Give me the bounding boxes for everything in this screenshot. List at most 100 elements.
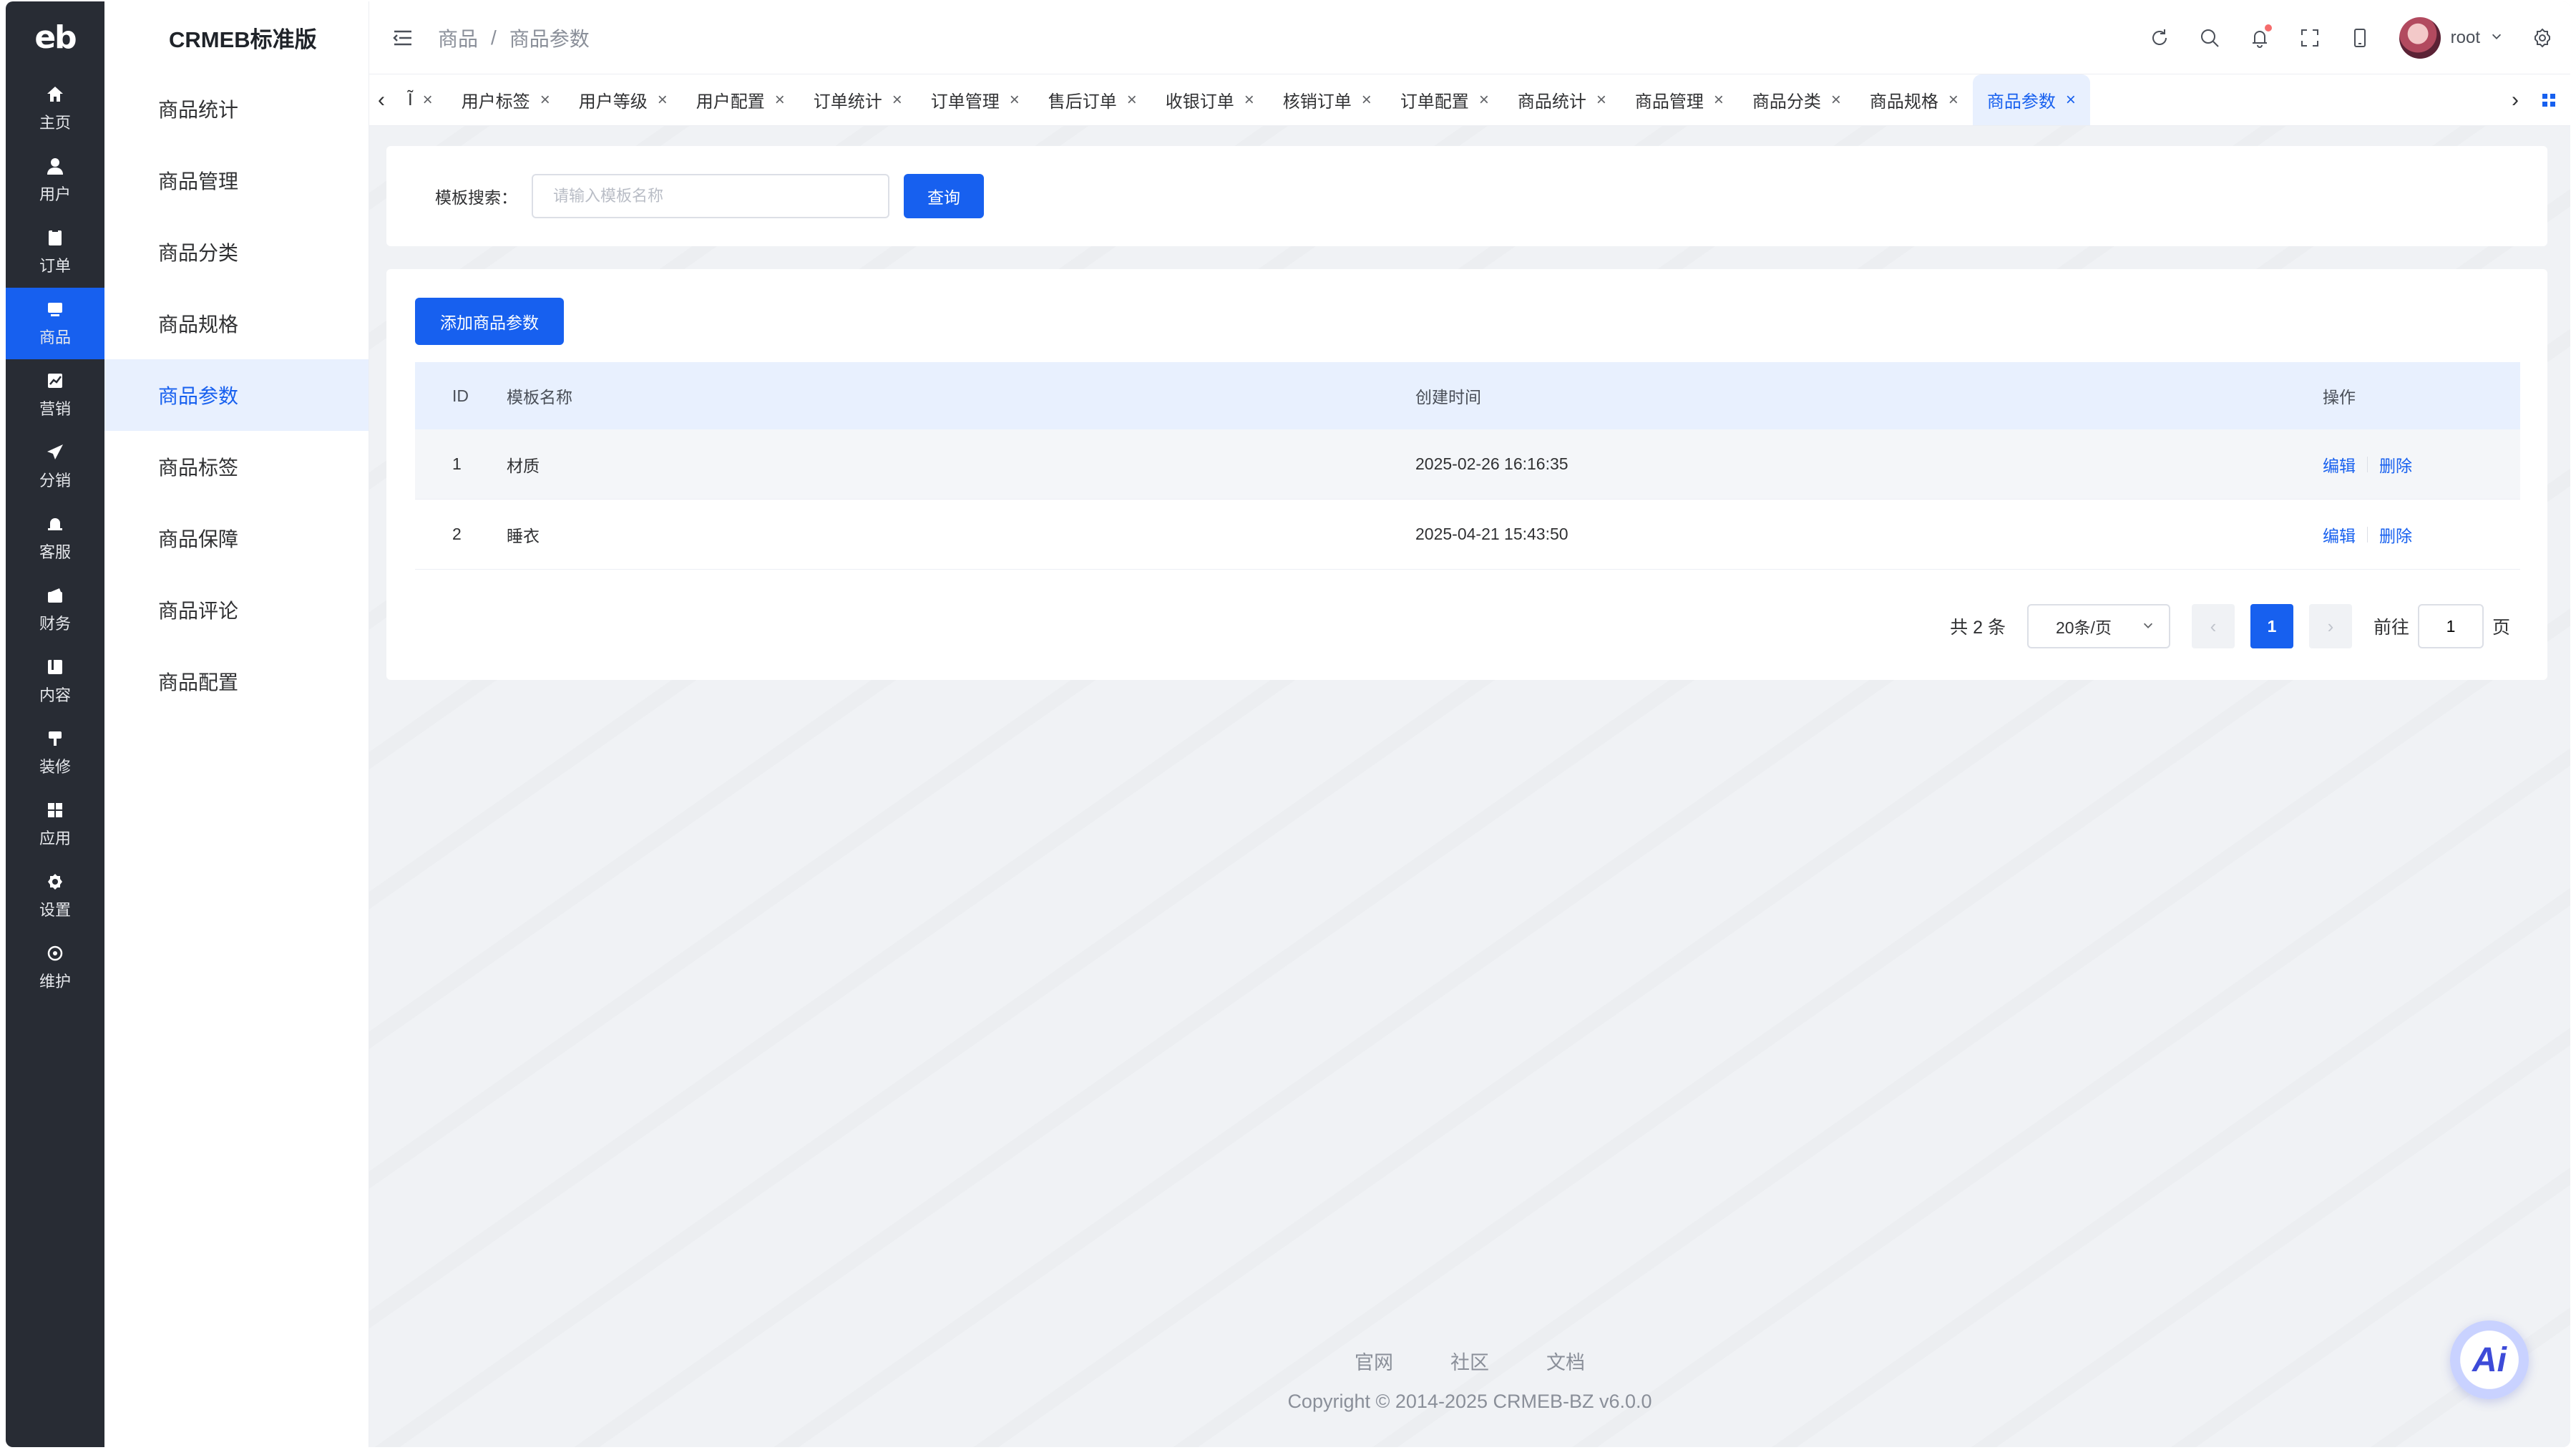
tab-1[interactable]: 用户等级 × <box>565 74 682 125</box>
close-icon[interactable]: × <box>2066 90 2076 110</box>
delete-link[interactable]: 删除 <box>2379 522 2412 547</box>
tab-2[interactable]: 用户配置 × <box>682 74 799 125</box>
finance-icon <box>48 588 62 603</box>
rail-item-0[interactable]: 主页 <box>6 73 104 145</box>
close-icon[interactable]: × <box>540 90 550 110</box>
rail-item-6[interactable]: 客服 <box>6 502 104 574</box>
submenu-item-0[interactable]: 商品统计 <box>104 73 369 145</box>
submenu-item-1[interactable]: 商品管理 <box>104 145 369 216</box>
rail-item-2[interactable]: 订单 <box>6 216 104 288</box>
copyright: Copyright © 2014-2025 CRMEB-BZ v6.0.0 <box>1287 1391 1652 1412</box>
app-logo[interactable]: eb <box>6 1 104 73</box>
fullscreen-icon[interactable] <box>2299 27 2321 49</box>
rail-item-label: 商品 <box>39 329 71 346</box>
edit-link[interactable]: 编辑 <box>2323 452 2356 477</box>
tabs-scroll-right-icon[interactable]: › <box>2503 88 2527 112</box>
submenu-item-4[interactable]: 商品参数 <box>104 359 369 431</box>
submenu-item-3[interactable]: 商品规格 <box>104 288 369 359</box>
tabs-scroll-left-icon[interactable]: ‹ <box>369 88 394 112</box>
product-icon <box>48 303 62 316</box>
breadcrumb-parent[interactable]: 商品 <box>438 24 478 52</box>
menu-toggle-icon[interactable] <box>392 27 414 49</box>
mobile-preview-icon[interactable] <box>2349 27 2371 49</box>
close-icon[interactable]: × <box>1831 90 1841 110</box>
rail-item-8[interactable]: 内容 <box>6 646 104 717</box>
cell-created: 2025-02-26 16:16:35 <box>1415 454 1568 473</box>
tabs-menu-icon[interactable] <box>2527 93 2570 107</box>
rail-item-4[interactable]: 营销 <box>6 359 104 431</box>
tab-6[interactable]: 收银订单 × <box>1151 74 1269 125</box>
tab-11[interactable]: 商品分类 × <box>1738 74 1855 125</box>
rail-item-3[interactable]: 商品 <box>6 288 104 359</box>
close-icon[interactable]: × <box>775 90 785 110</box>
rail-item-label: 装修 <box>39 758 71 776</box>
close-icon[interactable]: × <box>1010 90 1020 110</box>
notification-bell-icon[interactable] <box>2249 24 2272 49</box>
tab-truncated[interactable]: Ĩ × <box>394 74 447 125</box>
tab-13[interactable]: 商品参数 × <box>1972 74 2090 125</box>
prev-page-button[interactable]: ‹ <box>2191 604 2235 648</box>
search-icon[interactable] <box>2199 27 2220 49</box>
close-icon[interactable]: × <box>1596 90 1606 110</box>
submenu-item-8[interactable]: 商品配置 <box>104 646 369 717</box>
rail-item-1[interactable]: 用户 <box>6 145 104 216</box>
tab-5[interactable]: 售后订单 × <box>1034 74 1151 125</box>
cell-name: 睡衣 <box>507 526 540 545</box>
tab-0[interactable]: 用户标签 × <box>447 74 565 125</box>
footer-link-2[interactable]: 文档 <box>1546 1347 1585 1375</box>
tab-12[interactable]: 商品规格 × <box>1855 74 1973 125</box>
rail-item-label: 客服 <box>39 543 71 561</box>
goto-page: 前往 页 <box>2373 604 2510 648</box>
close-icon[interactable]: × <box>892 90 902 110</box>
submenu-item-5[interactable]: 商品标签 <box>104 431 369 502</box>
template-search-input[interactable] <box>532 174 889 218</box>
tab-9[interactable]: 商品统计 × <box>1503 74 1621 125</box>
submenu-item-6[interactable]: 商品保障 <box>104 502 369 574</box>
page-number-current[interactable]: 1 <box>2250 604 2293 648</box>
goto-page-input[interactable] <box>2417 604 2484 648</box>
action-divider <box>2367 526 2368 542</box>
tab-3[interactable]: 订单统计 × <box>799 74 917 125</box>
submenu-item-2[interactable]: 商品分类 <box>104 216 369 288</box>
add-param-button[interactable]: 添加商品参数 <box>415 298 564 345</box>
search-button[interactable]: 查询 <box>904 174 984 218</box>
logo-mark: eb <box>34 19 77 56</box>
close-icon[interactable]: × <box>1362 90 1372 110</box>
page-size-select[interactable]: 20条/页 <box>2026 604 2170 648</box>
settings-gear-icon[interactable] <box>2532 27 2553 49</box>
refresh-icon[interactable] <box>2149 27 2170 49</box>
tab-label: Ĩ <box>408 89 413 110</box>
page-size-value: 20条/页 <box>2055 618 2112 637</box>
tab-8[interactable]: 订单配置 × <box>1386 74 1503 125</box>
close-icon[interactable]: × <box>1714 90 1724 110</box>
rail-item-label: 应用 <box>39 829 71 847</box>
tab-4[interactable]: 订单管理 × <box>917 74 1034 125</box>
rail-item-label: 内容 <box>39 686 71 704</box>
rail-item-9[interactable]: 装修 <box>6 717 104 789</box>
close-icon[interactable]: × <box>423 90 433 110</box>
cell-name: 材质 <box>507 456 540 475</box>
delete-link[interactable]: 删除 <box>2379 452 2412 477</box>
tab-7[interactable]: 核销订单 × <box>1269 74 1386 125</box>
rail-item-12[interactable]: 维护 <box>6 932 104 1003</box>
close-icon[interactable]: × <box>1127 90 1137 110</box>
edit-link[interactable]: 编辑 <box>2323 522 2356 547</box>
rail-item-5[interactable]: 分销 <box>6 431 104 502</box>
order-icon <box>49 229 62 245</box>
close-icon[interactable]: × <box>658 90 668 110</box>
footer-link-0[interactable]: 官网 <box>1355 1347 1393 1375</box>
next-page-button[interactable]: › <box>2308 604 2352 648</box>
ai-assistant-button[interactable]: Ai <box>2450 1320 2529 1399</box>
close-icon[interactable]: × <box>1244 90 1254 110</box>
close-icon[interactable]: × <box>1479 90 1489 110</box>
rail-item-11[interactable]: 设置 <box>6 860 104 932</box>
marketing-icon <box>48 374 62 388</box>
user-menu[interactable]: root <box>2399 16 2503 59</box>
rail-item-7[interactable]: 财务 <box>6 574 104 646</box>
close-icon[interactable]: × <box>1948 90 1958 110</box>
submenu-item-7[interactable]: 商品评论 <box>104 574 369 646</box>
footer-link-1[interactable]: 社区 <box>1450 1347 1489 1375</box>
tab-10[interactable]: 商品管理 × <box>1621 74 1738 125</box>
rail-item-10[interactable]: 应用 <box>6 789 104 860</box>
chevron-down-icon <box>2490 28 2503 48</box>
